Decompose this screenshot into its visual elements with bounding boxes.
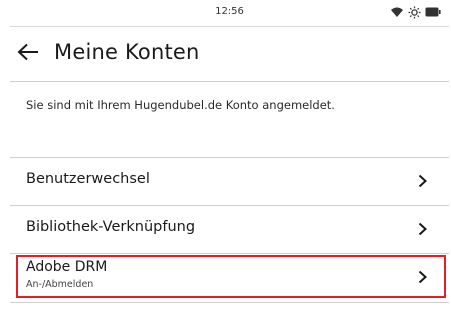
wifi-icon [390,6,404,18]
brightness-icon [408,6,421,19]
menu-item-adobe-drm[interactable]: Adobe DRM An-/Abmelden [10,253,449,298]
menu-item-label: Adobe DRM [26,259,108,275]
page-title: Meine Konten [54,40,200,64]
divider [10,302,449,303]
chevron-right-icon [418,173,427,192]
status-bar: 12:56 [10,0,449,27]
status-time: 12:56 [215,6,244,17]
login-info-text: Sie sind mit Ihrem Hugendubel.de Konto a… [26,98,335,112]
screen: 12:56 Meine Konten Sie sind mit Ihrem Hu… [10,0,449,327]
menu-item-sublabel: An-/Abmelden [26,279,94,290]
menu-item-label: Benutzerwechsel [26,171,150,187]
back-button[interactable] [12,39,44,69]
menu-item-benutzerwechsel[interactable]: Benutzerwechsel [10,157,449,202]
status-icons [390,5,441,19]
arrow-left-icon [17,43,39,65]
chevron-right-icon [418,221,427,240]
battery-icon [425,7,441,17]
header: Meine Konten [10,27,449,82]
menu-item-bibliothek-verknuepfung[interactable]: Bibliothek-Verknüpfung [10,205,449,250]
chevron-right-icon [418,269,427,288]
menu-item-label: Bibliothek-Verknüpfung [26,219,196,235]
